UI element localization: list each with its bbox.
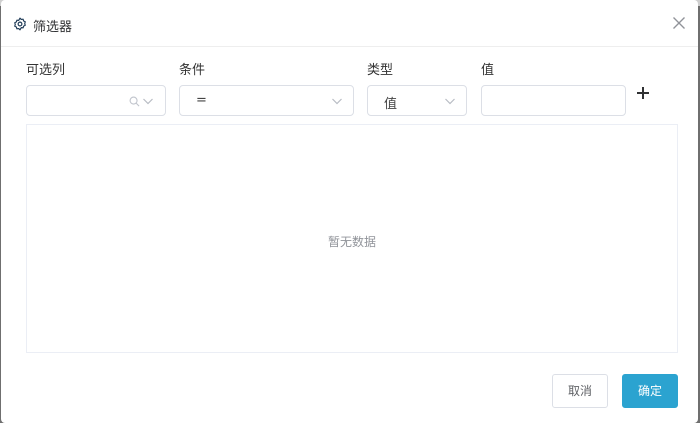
cancel-button[interactable]: 取消: [552, 374, 608, 408]
type-label: 类型: [367, 63, 394, 78]
filter-table: 暂无数据: [26, 124, 678, 353]
columns-label: 可选列: [26, 63, 66, 78]
condition-select-value: =: [196, 93, 207, 108]
search-icon: [129, 96, 140, 107]
condition-label: 条件: [179, 63, 206, 78]
columns-select[interactable]: [26, 85, 166, 116]
add-condition-icon[interactable]: [634, 84, 652, 102]
empty-state-text: 暂无数据: [327, 235, 376, 249]
chevron-down-icon: [332, 98, 342, 105]
condition-select[interactable]: =: [179, 85, 354, 116]
dialog-title: 筛选器: [33, 20, 73, 35]
type-select[interactable]: 值: [367, 85, 467, 116]
value-label: 值: [481, 63, 495, 78]
close-icon[interactable]: [672, 16, 686, 30]
confirm-button[interactable]: 确定: [622, 374, 678, 408]
gear-icon: [14, 17, 26, 31]
value-input[interactable]: [481, 85, 626, 116]
dialog-header: 筛选器: [1, 0, 698, 47]
chevron-down-icon: [445, 98, 455, 105]
chevron-down-icon: [143, 98, 153, 105]
filter-dialog: 筛选器 可选列 条件 类型 值 = 值 暂无数据 取消 确定: [1, 0, 698, 423]
type-select-value: 值: [384, 97, 398, 112]
